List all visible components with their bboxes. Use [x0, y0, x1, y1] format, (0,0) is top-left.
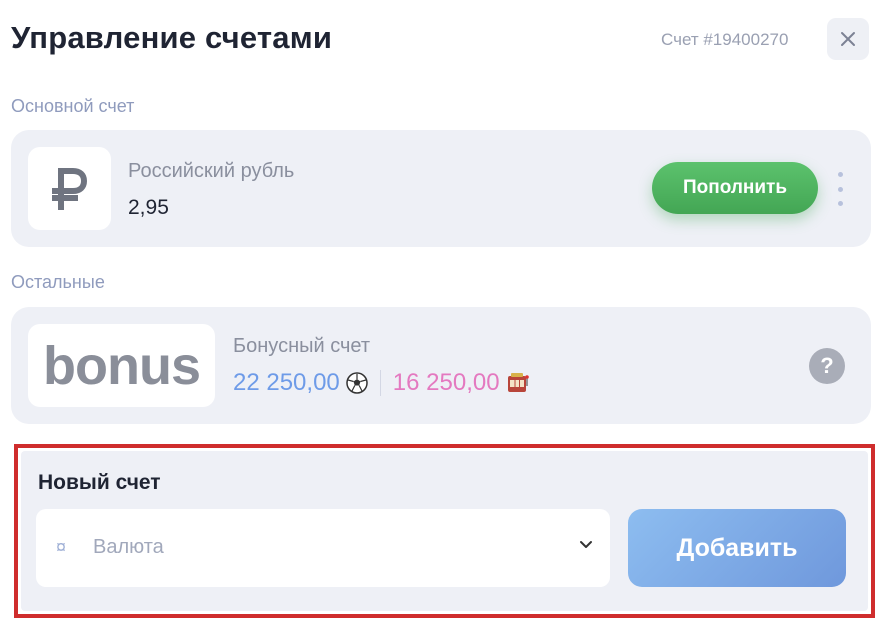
close-button[interactable] [827, 18, 869, 60]
soccer-ball-icon [346, 372, 368, 394]
topup-button[interactable]: Пополнить [652, 162, 818, 214]
other-section-label: Остальные [11, 272, 105, 292]
main-account-balance: 2,95 [128, 196, 169, 219]
bonus-balances: 22 250,00 16 250,00 [233, 369, 530, 397]
currency-placeholder: Валюта [93, 536, 164, 558]
balance-separator [379, 370, 381, 396]
account-number: Счет #19400270 [661, 30, 789, 49]
bonus-account-name: Бонусный счет [233, 335, 371, 357]
more-options-icon[interactable] [831, 172, 849, 206]
ruble-icon [51, 167, 87, 210]
chevron-down-icon [580, 541, 592, 548]
slot-machine-icon [506, 372, 530, 394]
main-account-name: Российский рубль [128, 160, 295, 182]
ruble-icon-tile [28, 147, 111, 230]
casino-bonus-balance: 16 250,00 [392, 369, 500, 396]
new-account-panel: Новый счет ¤ Валюта Добавить [21, 451, 868, 611]
main-section-label: Основной счет [11, 96, 135, 116]
page-title: Управление счетами [11, 20, 333, 55]
sport-bonus-balance: 22 250,00 [233, 369, 340, 396]
currency-select[interactable]: ¤ Валюта [36, 509, 610, 587]
main-account-card: Российский рубль 2,95 Пополнить [11, 130, 871, 247]
close-icon [841, 32, 855, 46]
add-account-button[interactable]: Добавить [628, 509, 846, 587]
new-account-title: Новый счет [38, 471, 161, 494]
help-button[interactable]: ? [809, 348, 845, 384]
bonus-logo: bonus [28, 324, 215, 407]
new-account-highlight: Новый счет ¤ Валюта Добавить [14, 444, 875, 618]
bonus-account-card: bonus Бонусный счет 22 250,00 16 250,00 [11, 307, 871, 424]
currency-sign-icon: ¤ [56, 537, 67, 557]
